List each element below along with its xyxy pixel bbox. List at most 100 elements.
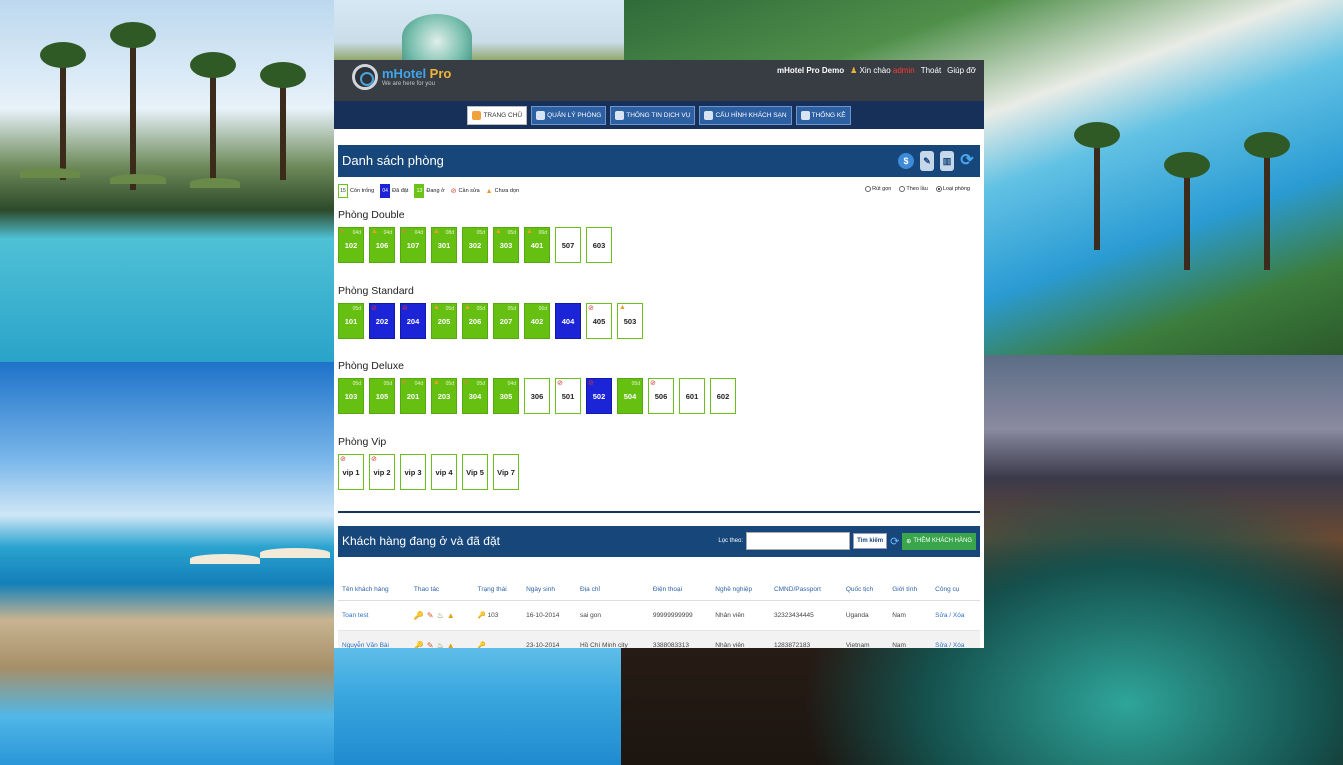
room-tile[interactable]: Vip 5 [462,454,488,490]
room-tile[interactable]: ▲ 08d 301 [431,227,457,263]
view-option-radio[interactable]: Rút gọn [865,186,891,192]
logo[interactable]: mHotel Pro We are here for you [352,64,451,90]
cell-address: Hồ Chí Minh city [580,641,628,649]
view-options: Rút gọn Theo lầu Loại phòng [865,186,970,192]
money-icon[interactable]: $ [898,153,914,169]
nav-item-2[interactable]: THÔNG TIN DỊCH VỤ [610,105,696,125]
room-tile[interactable]: ● 04d 107 [400,227,426,263]
nav-item-0[interactable]: TRANG CHỦ [467,105,528,125]
room-number: vip 1 [342,467,360,477]
refresh-icon[interactable]: ⟳ [890,535,899,548]
room-tile[interactable]: 507 [555,227,581,263]
view-option-radio[interactable]: Theo lầu [899,186,928,192]
room-tile[interactable]: ● 04d 102 [338,227,364,263]
room-tile[interactable]: ▲ 04d 106 [369,227,395,263]
key-icon: 🔑 [477,642,486,648]
room-tile[interactable]: vip 4 [431,454,457,490]
room-tile[interactable]: ⊘ 202 [369,303,395,339]
room-tile[interactable]: 306 [524,378,550,414]
cell-tools[interactable]: Sửa / Xóa [935,612,964,619]
column-header[interactable]: Công cụ [931,580,980,601]
room-tile[interactable]: Vip 7 [493,454,519,490]
room-number: 301 [437,240,451,250]
room-tile[interactable]: 05d 504 [617,378,643,414]
cell: Sửa / Xóa [931,630,980,648]
service-icon[interactable]: ♨ [437,611,444,620]
room-tile[interactable]: ● 05d 304 [462,378,488,414]
room-tile[interactable]: 603 [586,227,612,263]
occupied-label: Đang ở [426,188,445,194]
room-tile[interactable]: vip 3 [400,454,426,490]
service-icon[interactable]: ♨ [437,641,444,649]
filter-input[interactable] [746,532,851,550]
radio-dot[interactable] [935,186,942,192]
room-stay-days: 04d [414,230,423,236]
refresh-icon[interactable]: ⟳ [960,151,974,171]
column-header[interactable]: Ngày sinh [522,580,577,601]
column-header[interactable]: Điện thoại [648,580,712,601]
radio-dot[interactable] [899,186,906,192]
column-header[interactable]: CMND/Passport [769,580,842,601]
room-tile[interactable]: ▲ 503 [617,303,643,339]
room-tile[interactable]: ▲ 05d 303 [493,227,519,263]
add-customer-button[interactable]: ⊕ THÊM KHÁCH HÀNG [902,532,976,550]
room-tile[interactable]: 05d 101 [338,303,364,339]
room-tile[interactable]: ▲ 05d 203 [431,378,457,414]
column-header[interactable]: Địa chỉ [576,580,649,601]
warning-icon[interactable]: ▲ [447,611,455,620]
checkin-icon[interactable]: 🔑 [414,611,424,620]
column-header[interactable]: Giới tính [888,580,932,601]
nav-item-4[interactable]: THỐNG KÊ [795,105,851,125]
user-name[interactable]: admin [893,66,915,75]
building-icon[interactable]: ▥ [940,151,954,171]
room-tile[interactable]: 05d 302 [462,227,488,263]
cell-country: Uganda [845,611,869,619]
nav-item-3[interactable]: CẤU HÌNH KHÁCH SẠN [699,105,792,125]
repair-icon: ⊘ [340,456,346,463]
view-option-radio[interactable]: Loại phòng [935,186,970,192]
room-tile[interactable]: ▲ 05d 206 [462,303,488,339]
room-tile[interactable]: ⊘ vip 1 [338,454,364,490]
room-tile[interactable]: ⊘ vip 2 [369,454,395,490]
room-stay-days: 06d [538,230,547,236]
room-tile[interactable]: 05d 207 [493,303,519,339]
help-link[interactable]: Giúp đỡ [947,66,976,75]
room-tile[interactable]: 05d 105 [369,378,395,414]
checkin-icon[interactable]: 🔑 [414,641,424,649]
radio-dot[interactable] [865,186,872,192]
room-tile[interactable]: ▲ 06d 401 [524,227,550,263]
room-tile[interactable]: ▲ 05d 205 [431,303,457,339]
room-tile[interactable]: 06d 402 [524,303,550,339]
room-tile[interactable]: ● 04d 201 [400,378,426,414]
room-tile[interactable]: ⊘ 501 [555,378,581,414]
column-header[interactable]: Trạng thái [473,580,523,601]
nav-item-label: THÔNG TIN DỊCH VỤ [626,111,691,119]
cell-tools[interactable]: Sửa / Xóa [935,642,964,649]
column-header[interactable]: Tên khách hàng [338,580,410,601]
logout-link[interactable]: Thoát [921,66,941,75]
room-tile[interactable]: ⊘ 506 [648,378,674,414]
nav-item-1[interactable]: QUẢN LÝ PHÒNG [531,105,607,125]
chart-icon [800,110,810,120]
edit-icon[interactable]: ✎ [427,611,434,620]
search-button[interactable]: Tìm kiếm [853,533,888,549]
cell-name[interactable]: Toan test [342,612,368,619]
cell: sai gon [576,600,649,631]
room-tile[interactable]: 04d 305 [493,378,519,414]
column-header[interactable]: Thao tác [409,580,474,601]
room-tile[interactable]: ⊘ 502 [586,378,612,414]
customer-filter: Lọc theo: Tìm kiếm ⟳ ⊕ THÊM KHÁCH HÀNG [718,532,976,550]
room-tile[interactable]: ⊘ 405 [586,303,612,339]
warning-icon[interactable]: ▲ [447,641,455,649]
note-icon[interactable]: ✎ [920,151,934,171]
room-tile[interactable]: 05d 103 [338,378,364,414]
cell-name[interactable]: Nguyễn Văn Bài [342,642,389,649]
room-tile[interactable]: 404 [555,303,581,339]
column-header[interactable]: Quốc tịch [841,580,889,601]
room-tile[interactable]: 602 [710,378,736,414]
room-tile[interactable]: 601 [679,378,705,414]
room-tile[interactable]: ⊘ 204 [400,303,426,339]
edit-icon[interactable]: ✎ [427,641,434,649]
column-header[interactable]: Nghề nghiệp [711,580,770,601]
beach-photo-left [0,362,334,765]
